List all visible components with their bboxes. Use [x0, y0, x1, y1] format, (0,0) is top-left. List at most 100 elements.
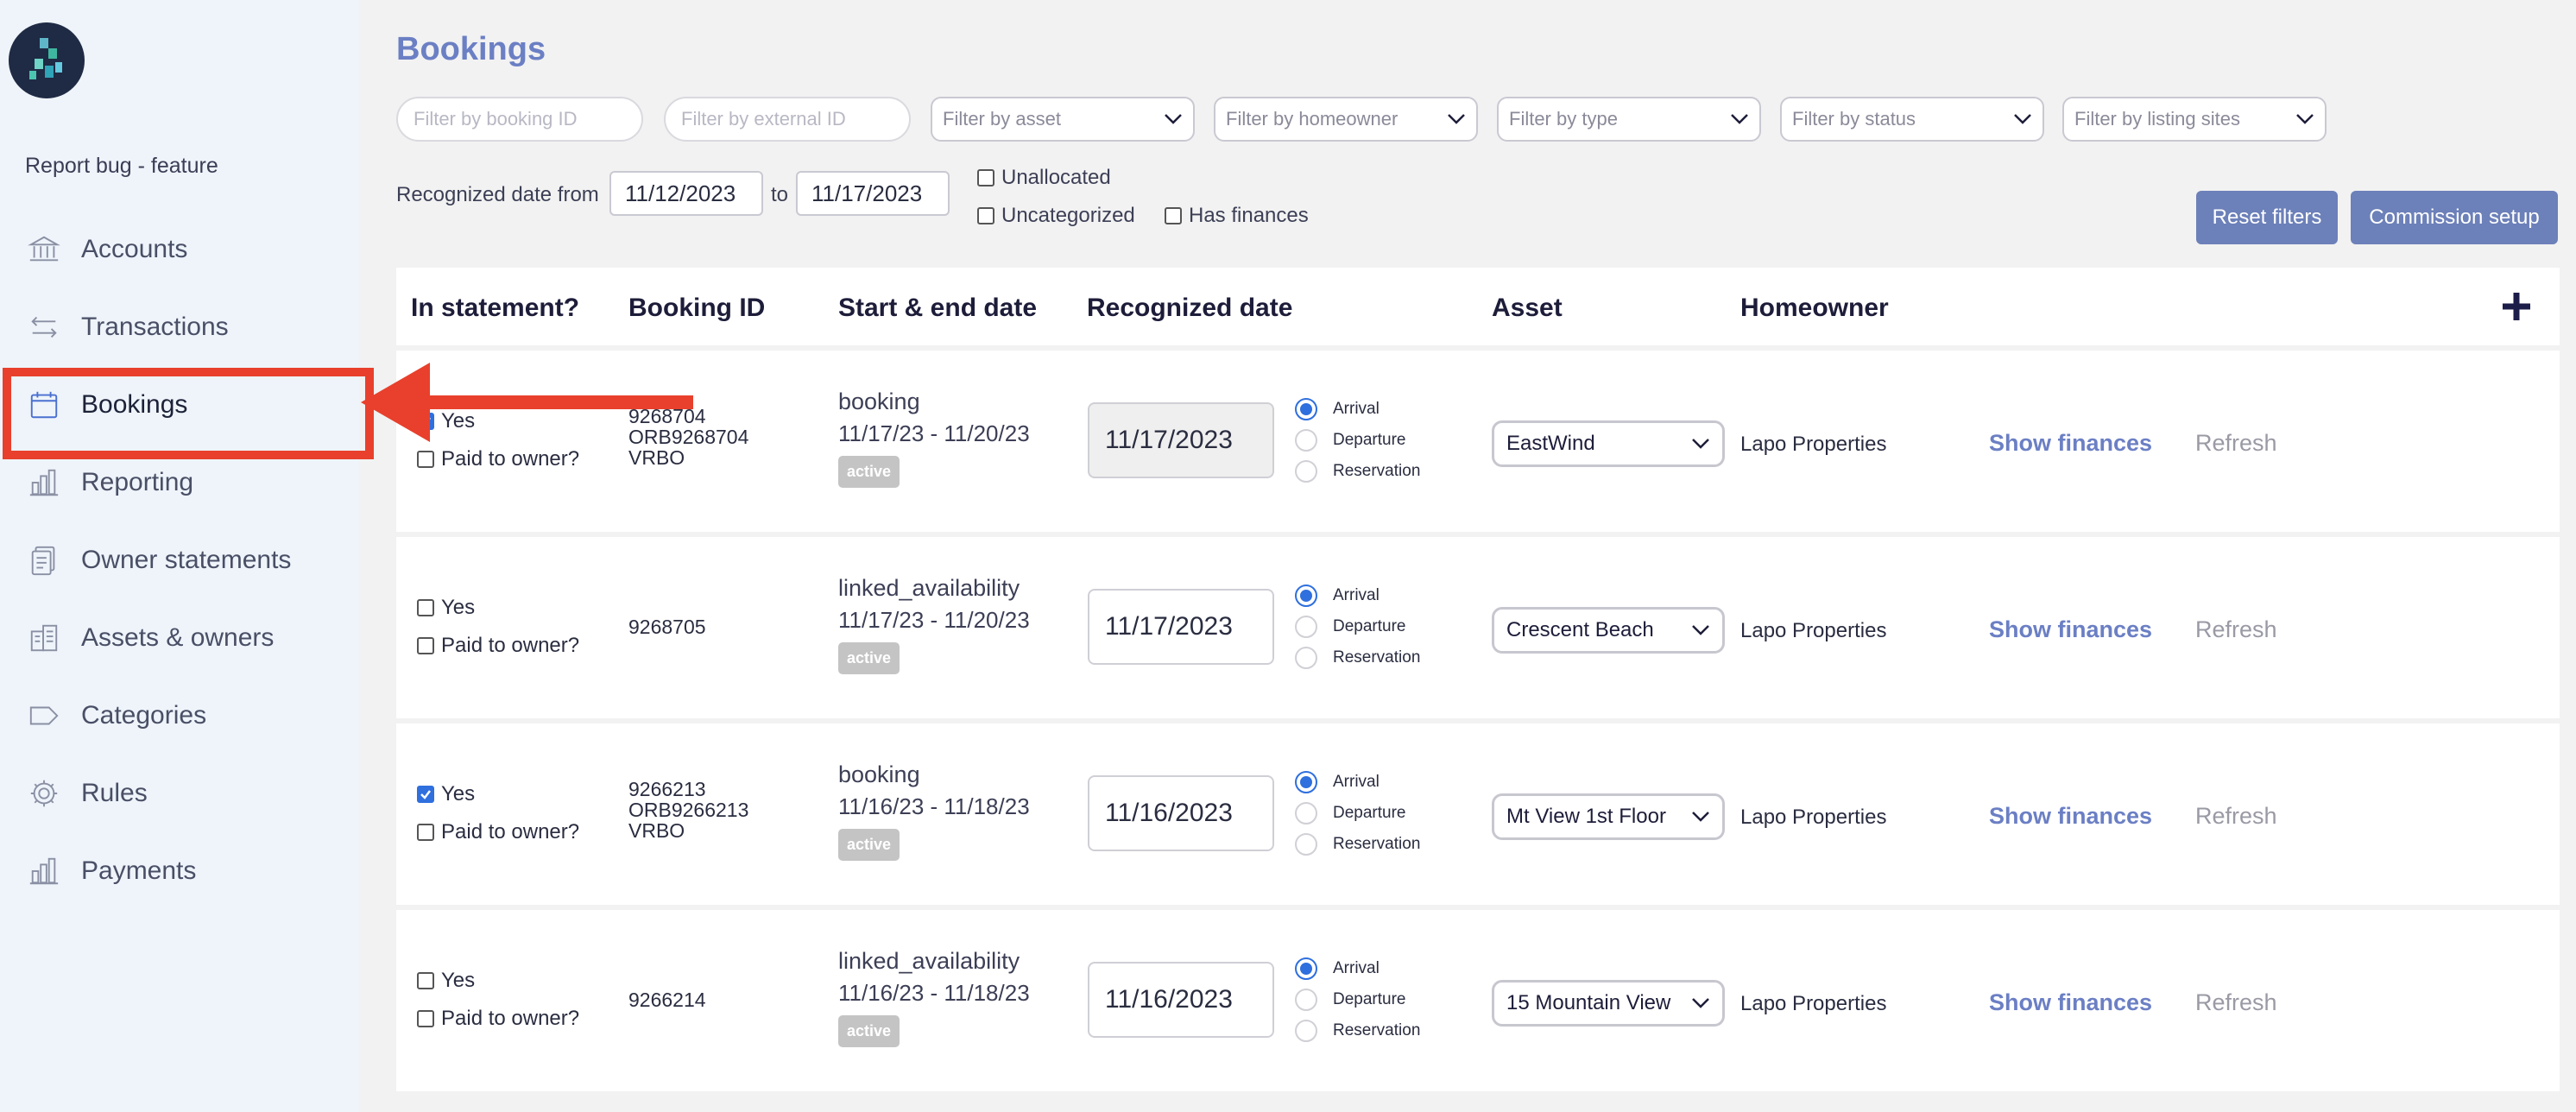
paid-to-owner-option[interactable]: Paid to owner?: [417, 813, 579, 851]
refresh-link[interactable]: Refresh: [2195, 430, 2277, 457]
show-finances-link[interactable]: Show finances: [1989, 989, 2152, 1016]
sidebar-item-payments[interactable]: Payments: [0, 832, 359, 910]
arrival-radio[interactable]: [1295, 398, 1317, 420]
sidebar-item-transactions[interactable]: Transactions: [0, 288, 359, 366]
external-id-filter-input[interactable]: Filter by external ID: [664, 97, 911, 142]
reservation-radio[interactable]: [1295, 1020, 1317, 1042]
in-statement-checkbox[interactable]: [417, 786, 434, 803]
homeowner-filter-select[interactable]: Filter by homeowner: [1214, 97, 1478, 142]
refresh-link[interactable]: Refresh: [2195, 989, 2277, 1016]
sidebar-item-accounts[interactable]: Accounts: [0, 211, 359, 288]
sidebar-item-bookings[interactable]: Bookings: [0, 366, 374, 459]
date-from-input[interactable]: 11/12/2023: [609, 171, 763, 216]
asset-name: Crescent Beach: [1506, 618, 1654, 641]
paid-to-owner-checkbox[interactable]: [417, 451, 434, 468]
booking-dates: 11/17/23 - 11/20/23: [838, 607, 1030, 633]
sidebar-item-categories[interactable]: Categories: [0, 677, 359, 755]
listing-sites-filter-select[interactable]: Filter by listing sites: [2062, 97, 2327, 142]
reservation-option[interactable]: Reservation: [1295, 642, 1420, 673]
booking-id-cell: 9266214: [628, 989, 706, 1010]
departure-option[interactable]: Departure: [1295, 984, 1420, 1015]
status-badge: active: [838, 1015, 900, 1047]
refresh-link[interactable]: Refresh: [2195, 803, 2277, 830]
departure-option[interactable]: Departure: [1295, 798, 1420, 829]
asset-select[interactable]: EastWind: [1492, 420, 1725, 467]
reservation-option[interactable]: Reservation: [1295, 1015, 1420, 1046]
commission-setup-button[interactable]: Commission setup: [2351, 191, 2558, 244]
reservation-label: Reservation: [1333, 648, 1421, 667]
show-finances-link[interactable]: Show finances: [1989, 616, 2152, 643]
arrival-option[interactable]: Arrival: [1295, 953, 1420, 984]
in-statement-option[interactable]: Yes: [417, 775, 579, 813]
paid-to-owner-label: Paid to owner?: [441, 634, 580, 657]
paid-to-owner-checkbox[interactable]: [417, 1010, 434, 1027]
type-filter-select[interactable]: Filter by type: [1497, 97, 1761, 142]
paid-to-owner-option[interactable]: Paid to owner?: [417, 440, 579, 478]
asset-select[interactable]: 15 Mountain View: [1492, 980, 1725, 1027]
in-statement-option[interactable]: Yes: [417, 589, 579, 627]
has-finances-checkbox-row[interactable]: Has finances: [1165, 204, 1309, 228]
reservation-option[interactable]: Reservation: [1295, 829, 1420, 860]
arrival-option[interactable]: Arrival: [1295, 394, 1420, 425]
uncategorized-checkbox[interactable]: [977, 207, 994, 224]
chevron-down-icon: [2296, 114, 2314, 124]
paid-to-owner-option[interactable]: Paid to owner?: [417, 627, 579, 665]
show-finances-link[interactable]: Show finances: [1989, 803, 2152, 830]
status-filter-select[interactable]: Filter by status: [1780, 97, 2044, 142]
sidebar-item-reporting[interactable]: Reporting: [0, 444, 359, 521]
recognized-date-input[interactable]: 11/17/2023: [1088, 402, 1274, 478]
booking-id-filter-input[interactable]: Filter by booking ID: [396, 97, 643, 142]
paid-to-owner-option[interactable]: Paid to owner?: [417, 1000, 579, 1038]
arrival-option[interactable]: Arrival: [1295, 767, 1420, 798]
show-finances-link[interactable]: Show finances: [1989, 430, 2152, 457]
paid-to-owner-checkbox[interactable]: [417, 824, 434, 841]
arrival-radio[interactable]: [1295, 771, 1317, 793]
departure-radio[interactable]: [1295, 802, 1317, 825]
in-statement-cell: Yes Paid to owner?: [417, 962, 579, 1038]
report-bug-link[interactable]: Report bug - feature: [25, 154, 218, 179]
reset-filters-button[interactable]: Reset filters: [2196, 191, 2338, 244]
in-statement-option[interactable]: Yes: [417, 962, 579, 1000]
asset-filter-select[interactable]: Filter by asset: [931, 97, 1195, 142]
sidebar-item-label: Transactions: [81, 313, 229, 341]
add-booking-icon[interactable]: [2499, 289, 2534, 324]
chevron-down-icon: [2014, 114, 2031, 124]
recognized-date-basis: Arrival Departure Reservation: [1295, 953, 1420, 1046]
has-finances-checkbox[interactable]: [1165, 207, 1182, 224]
in-statement-checkbox[interactable]: [417, 599, 434, 616]
sidebar-item-rules[interactable]: Rules: [0, 755, 359, 832]
reservation-option[interactable]: Reservation: [1295, 456, 1420, 487]
listing-site: VRBO: [628, 819, 685, 842]
arrival-option[interactable]: Arrival: [1295, 580, 1420, 611]
sidebar-item-owner-statements[interactable]: Owner statements: [0, 521, 359, 599]
paid-to-owner-checkbox[interactable]: [417, 637, 434, 654]
reservation-radio[interactable]: [1295, 833, 1317, 856]
in-statement-checkbox[interactable]: [417, 972, 434, 989]
asset-select[interactable]: Mt View 1st Floor: [1492, 793, 1725, 840]
sidebar-item-label: Reporting: [81, 468, 194, 496]
header-asset: Asset: [1492, 294, 1563, 322]
recognized-date-input[interactable]: 11/17/2023: [1088, 589, 1274, 665]
sidebar-item-assets-owners[interactable]: Assets & owners: [0, 599, 359, 677]
booking-id: 9268705: [628, 616, 706, 638]
date-to-input[interactable]: 11/17/2023: [796, 171, 950, 216]
recognized-date-input[interactable]: 11/16/2023: [1088, 775, 1274, 851]
bar-chart-icon: [26, 853, 62, 889]
departure-option[interactable]: Departure: [1295, 611, 1420, 642]
unallocated-checkbox[interactable]: [977, 169, 994, 186]
departure-radio[interactable]: [1295, 429, 1317, 452]
unallocated-checkbox-row[interactable]: Unallocated: [977, 166, 1111, 190]
uncategorized-checkbox-row[interactable]: Uncategorized: [977, 204, 1135, 228]
asset-select[interactable]: Crescent Beach: [1492, 607, 1725, 654]
departure-radio[interactable]: [1295, 989, 1317, 1011]
departure-option[interactable]: Departure: [1295, 425, 1420, 456]
app-logo[interactable]: [9, 22, 85, 98]
arrival-radio[interactable]: [1295, 584, 1317, 607]
reservation-radio[interactable]: [1295, 460, 1317, 483]
arrival-radio[interactable]: [1295, 957, 1317, 980]
recognized-date-input[interactable]: 11/16/2023: [1088, 962, 1274, 1038]
reservation-radio[interactable]: [1295, 647, 1317, 669]
status-badge: active: [838, 642, 900, 674]
refresh-link[interactable]: Refresh: [2195, 616, 2277, 643]
departure-radio[interactable]: [1295, 616, 1317, 638]
